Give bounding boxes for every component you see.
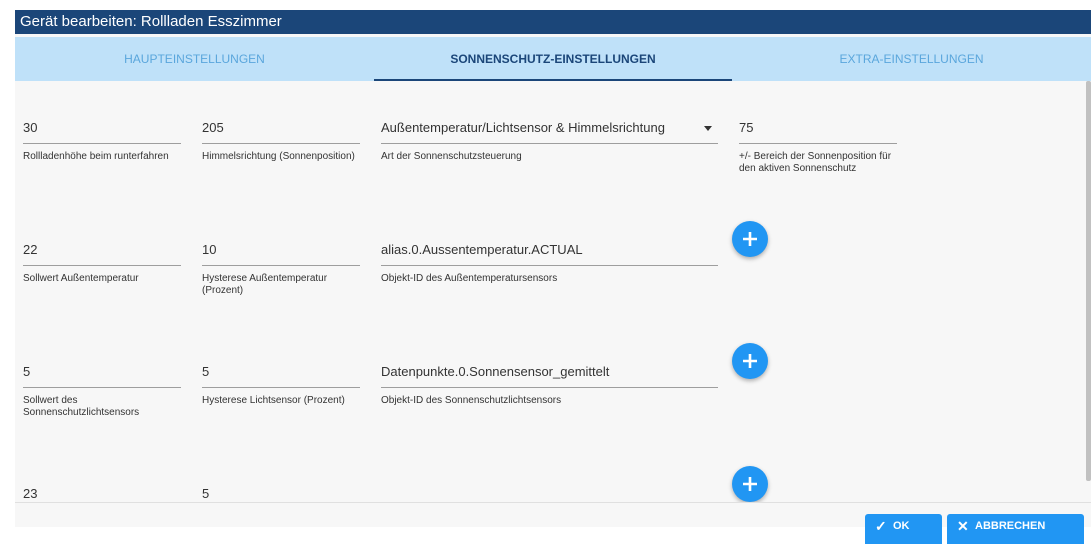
cancel-button-label: ABBRECHEN — [975, 520, 1046, 532]
ok-button-label: OK — [893, 520, 910, 532]
vertical-scrollbar[interactable] — [1086, 81, 1091, 481]
light-sensor-setpoint-field: 5 Sollwert des Sonnenschutzlichtsensors — [23, 357, 181, 418]
tab-sun-protection-settings[interactable]: SONNENSCHUTZ-EINSTELLUNGEN — [374, 37, 732, 81]
light-sensor-id-input[interactable]: Datenpunkte.0.Sonnensensor_gemittelt — [381, 357, 718, 388]
tab-extra-settings[interactable]: EXTRA-EINSTELLUNGEN — [732, 37, 1091, 81]
dialog-title: Gerät bearbeiten: Rollladen Esszimmer — [15, 10, 1091, 34]
shutter-height-input[interactable]: 30 — [23, 113, 181, 144]
sun-position-range-label: +/- Bereich der Sonnenposition für den a… — [739, 151, 892, 174]
outside-temp-hysteresis-field: 10 Hysterese Außentemperatur (Prozent) — [202, 235, 360, 296]
outside-temp-sensor-id-label: Objekt-ID des Außentemperatursensors — [381, 273, 558, 284]
outside-temp-setpoint-field: 22 Sollwert Außentemperatur — [23, 235, 181, 295]
plus-icon — [743, 477, 757, 491]
close-icon: ✕ — [957, 518, 969, 534]
light-sensor-hysteresis-field: 5 Hysterese Lichtsensor (Prozent) — [202, 357, 360, 417]
sun-protection-mode-select[interactable]: Außentemperatur/Lichtsensor & Himmelsric… — [381, 113, 718, 144]
sun-direction-label: Himmelsrichtung (Sonnenposition) — [202, 151, 355, 162]
select-outside-temp-sensor-button[interactable] — [732, 221, 768, 257]
dialog-footer: ✓ OK ✕ ABBRECHEN — [15, 502, 1091, 544]
check-icon: ✓ — [875, 518, 887, 534]
shutter-height-label: Rollladenhöhe beim runterfahren — [23, 151, 169, 162]
sun-position-range-input[interactable]: 75 — [739, 113, 897, 144]
dropdown-arrow-icon — [704, 126, 712, 131]
settings-form: 30 Rollladenhöhe beim runterfahren 205 H… — [15, 81, 1091, 502]
outside-temp-setpoint-label: Sollwert Außentemperatur — [23, 273, 139, 284]
tab-main-settings[interactable]: HAUPTEINSTELLUNGEN — [15, 37, 374, 81]
sun-protection-mode-value: Außentemperatur/Lichtsensor & Himmelsric… — [381, 120, 665, 135]
light-sensor-id-label: Objekt-ID des Sonnenschutzlichtsensors — [381, 395, 562, 406]
plus-icon — [743, 354, 757, 368]
row4-add-button[interactable] — [732, 466, 768, 502]
edit-device-dialog: Gerät bearbeiten: Rollladen Esszimmer HA… — [15, 10, 1091, 526]
outside-temp-sensor-id-field: alias.0.Aussentemperatur.ACTUAL Objekt-I… — [381, 235, 718, 295]
shutter-height-field: 30 Rollladenhöhe beim runterfahren — [23, 113, 181, 173]
light-sensor-id-field: Datenpunkte.0.Sonnensensor_gemittelt Obj… — [381, 357, 718, 417]
plus-icon — [743, 232, 757, 246]
sun-protection-mode-label: Art der Sonnenschutzsteuerung — [381, 151, 522, 162]
sun-direction-field: 205 Himmelsrichtung (Sonnenposition) — [202, 113, 360, 173]
light-sensor-setpoint-label: Sollwert des Sonnenschutzlichtsensors — [23, 395, 140, 418]
cancel-button[interactable]: ✕ ABBRECHEN — [947, 514, 1084, 544]
light-sensor-setpoint-input[interactable]: 5 — [23, 357, 181, 388]
outside-temp-hysteresis-label: Hysterese Außentemperatur (Prozent) — [202, 273, 328, 296]
light-sensor-hysteresis-label: Hysterese Lichtsensor (Prozent) — [202, 395, 345, 406]
tab-bar: HAUPTEINSTELLUNGEN SONNENSCHUTZ-EINSTELL… — [15, 37, 1091, 81]
ok-button[interactable]: ✓ OK — [865, 514, 942, 544]
outside-temp-setpoint-input[interactable]: 22 — [23, 235, 181, 266]
outside-temp-hysteresis-input[interactable]: 10 — [202, 235, 360, 266]
select-light-sensor-button[interactable] — [732, 343, 768, 379]
sun-direction-input[interactable]: 205 — [202, 113, 360, 144]
sun-protection-mode-field: Außentemperatur/Lichtsensor & Himmelsric… — [381, 113, 718, 173]
outside-temp-sensor-id-input[interactable]: alias.0.Aussentemperatur.ACTUAL — [381, 235, 718, 266]
light-sensor-hysteresis-input[interactable]: 5 — [202, 357, 360, 388]
sun-position-range-field: 75 +/- Bereich der Sonnenposition für de… — [739, 113, 897, 174]
